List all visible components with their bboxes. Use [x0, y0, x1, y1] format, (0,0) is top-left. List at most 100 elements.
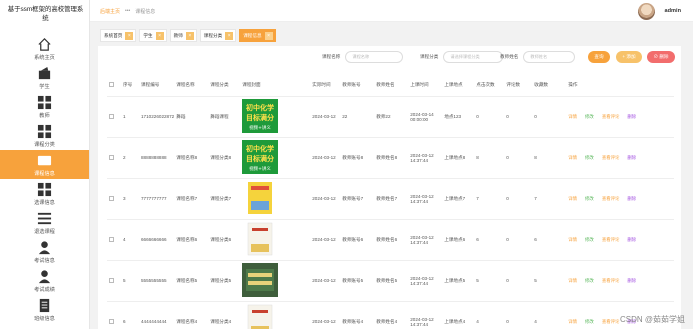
search-name-label: 课程名称: [322, 54, 341, 59]
cell-seq: 6: [121, 301, 139, 329]
cell-teacher_name: 教师姓名7: [374, 178, 409, 220]
tab-4[interactable]: 课程信息 ×: [239, 29, 276, 42]
sidebar-item-2[interactable]: 教师: [0, 92, 89, 121]
sidebar-item-1[interactable]: 学生: [0, 63, 89, 92]
query-button[interactable]: 查询: [588, 51, 610, 63]
select-all-checkbox[interactable]: [109, 81, 114, 87]
cell-date: 2024-03-12: [310, 260, 341, 302]
column-header: 课程分类: [208, 74, 241, 97]
cell-place: 地点123: [442, 96, 475, 138]
username[interactable]: admin: [665, 8, 681, 14]
cell-code: 5555555555: [139, 260, 175, 302]
row-checkbox[interactable]: [109, 236, 114, 242]
course-category-select[interactable]: 请选择课程分类: [443, 51, 504, 63]
column-header: 课程封面: [240, 74, 311, 97]
grid-icon: [37, 124, 52, 139]
edit-button[interactable]: 修改: [585, 196, 594, 201]
delete-row-button[interactable]: 删除: [627, 155, 636, 160]
detail-button[interactable]: 详情: [568, 196, 577, 201]
delete-row-button[interactable]: 删除: [627, 278, 636, 283]
detail-button[interactable]: 详情: [568, 155, 577, 160]
cell-date: 2024-03-12: [310, 219, 341, 261]
delete-row-button[interactable]: 删除: [627, 196, 636, 201]
tab-0[interactable]: 系统首页 ×: [100, 29, 137, 42]
detail-button[interactable]: 详情: [568, 237, 577, 242]
close-icon[interactable]: ×: [225, 31, 234, 40]
column-header[interactable]: [107, 74, 121, 97]
detail-button[interactable]: 详情: [568, 114, 577, 119]
search-name-group: 课程名称 课程名称: [322, 51, 404, 63]
sidebar-menu: 系统主页学生教师课程分类 课程信息 选课信息 退选课程 考试信息 考试成绩 班级信息: [0, 34, 89, 324]
folder-icon: [37, 153, 52, 168]
sidebar-item-9[interactable]: 班级信息: [0, 295, 89, 324]
edit-button[interactable]: 修改: [585, 114, 594, 119]
close-icon[interactable]: ×: [264, 31, 273, 40]
cell-place: 上课地点8: [442, 137, 475, 179]
cell-teacher_id: 22: [340, 96, 375, 138]
cell-category: 舞蹈课程: [208, 96, 241, 138]
table-row: 5 5555555555 课程名称5 课程分类5 2024-03-12 教师账号5 教师姓名…: [107, 260, 674, 302]
view-comments-button[interactable]: 查看评论: [602, 155, 620, 160]
cell-place: 上课地点4: [442, 301, 475, 329]
cell-date: 2024-03-12: [310, 137, 341, 179]
cell-seq: 1: [121, 96, 139, 138]
edit-button[interactable]: 修改: [585, 278, 594, 283]
watermark: CSDN @茹茹学姐: [619, 315, 685, 324]
row-checkbox[interactable]: [109, 318, 114, 324]
cell-favs: 6: [532, 219, 567, 261]
row-checkbox[interactable]: [109, 277, 114, 283]
delete-button[interactable]: ⊘ 删除: [647, 51, 675, 63]
close-icon[interactable]: ×: [155, 31, 164, 40]
table-row: 6 4444444444 课程名称4 课程分类4 2024-03-12 教师账号4 教师姓名…: [107, 301, 674, 329]
view-comments-button[interactable]: 查看评论: [602, 196, 620, 201]
course-name-input[interactable]: 课程名称: [345, 51, 404, 63]
row-checkbox[interactable]: [109, 154, 114, 160]
sidebar-item-4[interactable]: 课程信息: [0, 150, 89, 179]
row-select-cell: [107, 178, 121, 220]
cell-code: 6666666666: [139, 219, 175, 261]
main-panel: 课程名称 课程名称 课程分类 请选择课程分类 教师姓名 教师姓名 查询 + 添加…: [98, 46, 681, 329]
table-row: 3 7777777777 课程名称7 课程分类7 2024-03-12 教师账号7 教师姓名…: [107, 178, 674, 220]
sidebar-item-6[interactable]: 退选课程: [0, 208, 89, 237]
detail-button[interactable]: 详情: [568, 278, 577, 283]
view-comments-button[interactable]: 查看评论: [602, 319, 620, 324]
close-icon[interactable]: ×: [185, 31, 194, 40]
person-icon: [37, 240, 52, 255]
column-header: 收藏数: [532, 74, 567, 97]
column-header: 教师姓名: [374, 74, 409, 97]
cell-seq: 2: [121, 137, 139, 179]
sidebar-item-0[interactable]: 系统主页: [0, 34, 89, 63]
view-comments-button[interactable]: 查看评论: [602, 237, 620, 242]
view-comments-button[interactable]: 查看评论: [602, 114, 620, 119]
sidebar-item-label: 学生: [39, 83, 50, 90]
column-header: 课程编号: [139, 74, 175, 97]
avatar[interactable]: [638, 3, 655, 20]
sidebar-item-5[interactable]: 选课信息: [0, 179, 89, 208]
sidebar-item-7[interactable]: 考试信息: [0, 237, 89, 266]
cell-code: 1710226022872: [139, 96, 175, 138]
tab-2[interactable]: 教师 ×: [169, 29, 197, 42]
row-checkbox[interactable]: [109, 195, 114, 201]
delete-row-button[interactable]: 删除: [627, 237, 636, 242]
cell-teacher_name: 教师22: [374, 96, 409, 138]
edit-button[interactable]: 修改: [585, 155, 594, 160]
breadcrumb-home[interactable]: 后端主页: [100, 8, 120, 15]
tab-3[interactable]: 课程分类 ×: [199, 29, 237, 42]
table-row: 4 6666666666 课程名称6 课程分类6 2024-03-12 教师账号6 教师姓名…: [107, 219, 674, 261]
table-header-row: 序号 课程编号 课程名称 课程分类 课程封面 实际时间 教师账号 教师姓名 上课时间 上课地点 点击…: [107, 74, 674, 97]
add-button[interactable]: + 添加: [616, 51, 642, 63]
detail-button[interactable]: 详情: [568, 319, 577, 324]
topbar: 后端主页 ••• 课程信息 admin: [90, 0, 693, 22]
sidebar-item-label: 教师: [39, 112, 50, 119]
sidebar-item-8[interactable]: 考试成绩: [0, 266, 89, 295]
view-comments-button[interactable]: 查看评论: [602, 278, 620, 283]
edit-button[interactable]: 修改: [585, 319, 594, 324]
person-icon: [37, 269, 52, 284]
delete-row-button[interactable]: 删除: [627, 114, 636, 119]
tab-1[interactable]: 学生 ×: [139, 29, 167, 42]
edit-button[interactable]: 修改: [585, 237, 594, 242]
teacher-name-input[interactable]: 教师姓名: [523, 51, 576, 63]
row-checkbox[interactable]: [109, 113, 114, 119]
sidebar-item-3[interactable]: 课程分类: [0, 121, 89, 150]
close-icon[interactable]: ×: [125, 31, 134, 40]
